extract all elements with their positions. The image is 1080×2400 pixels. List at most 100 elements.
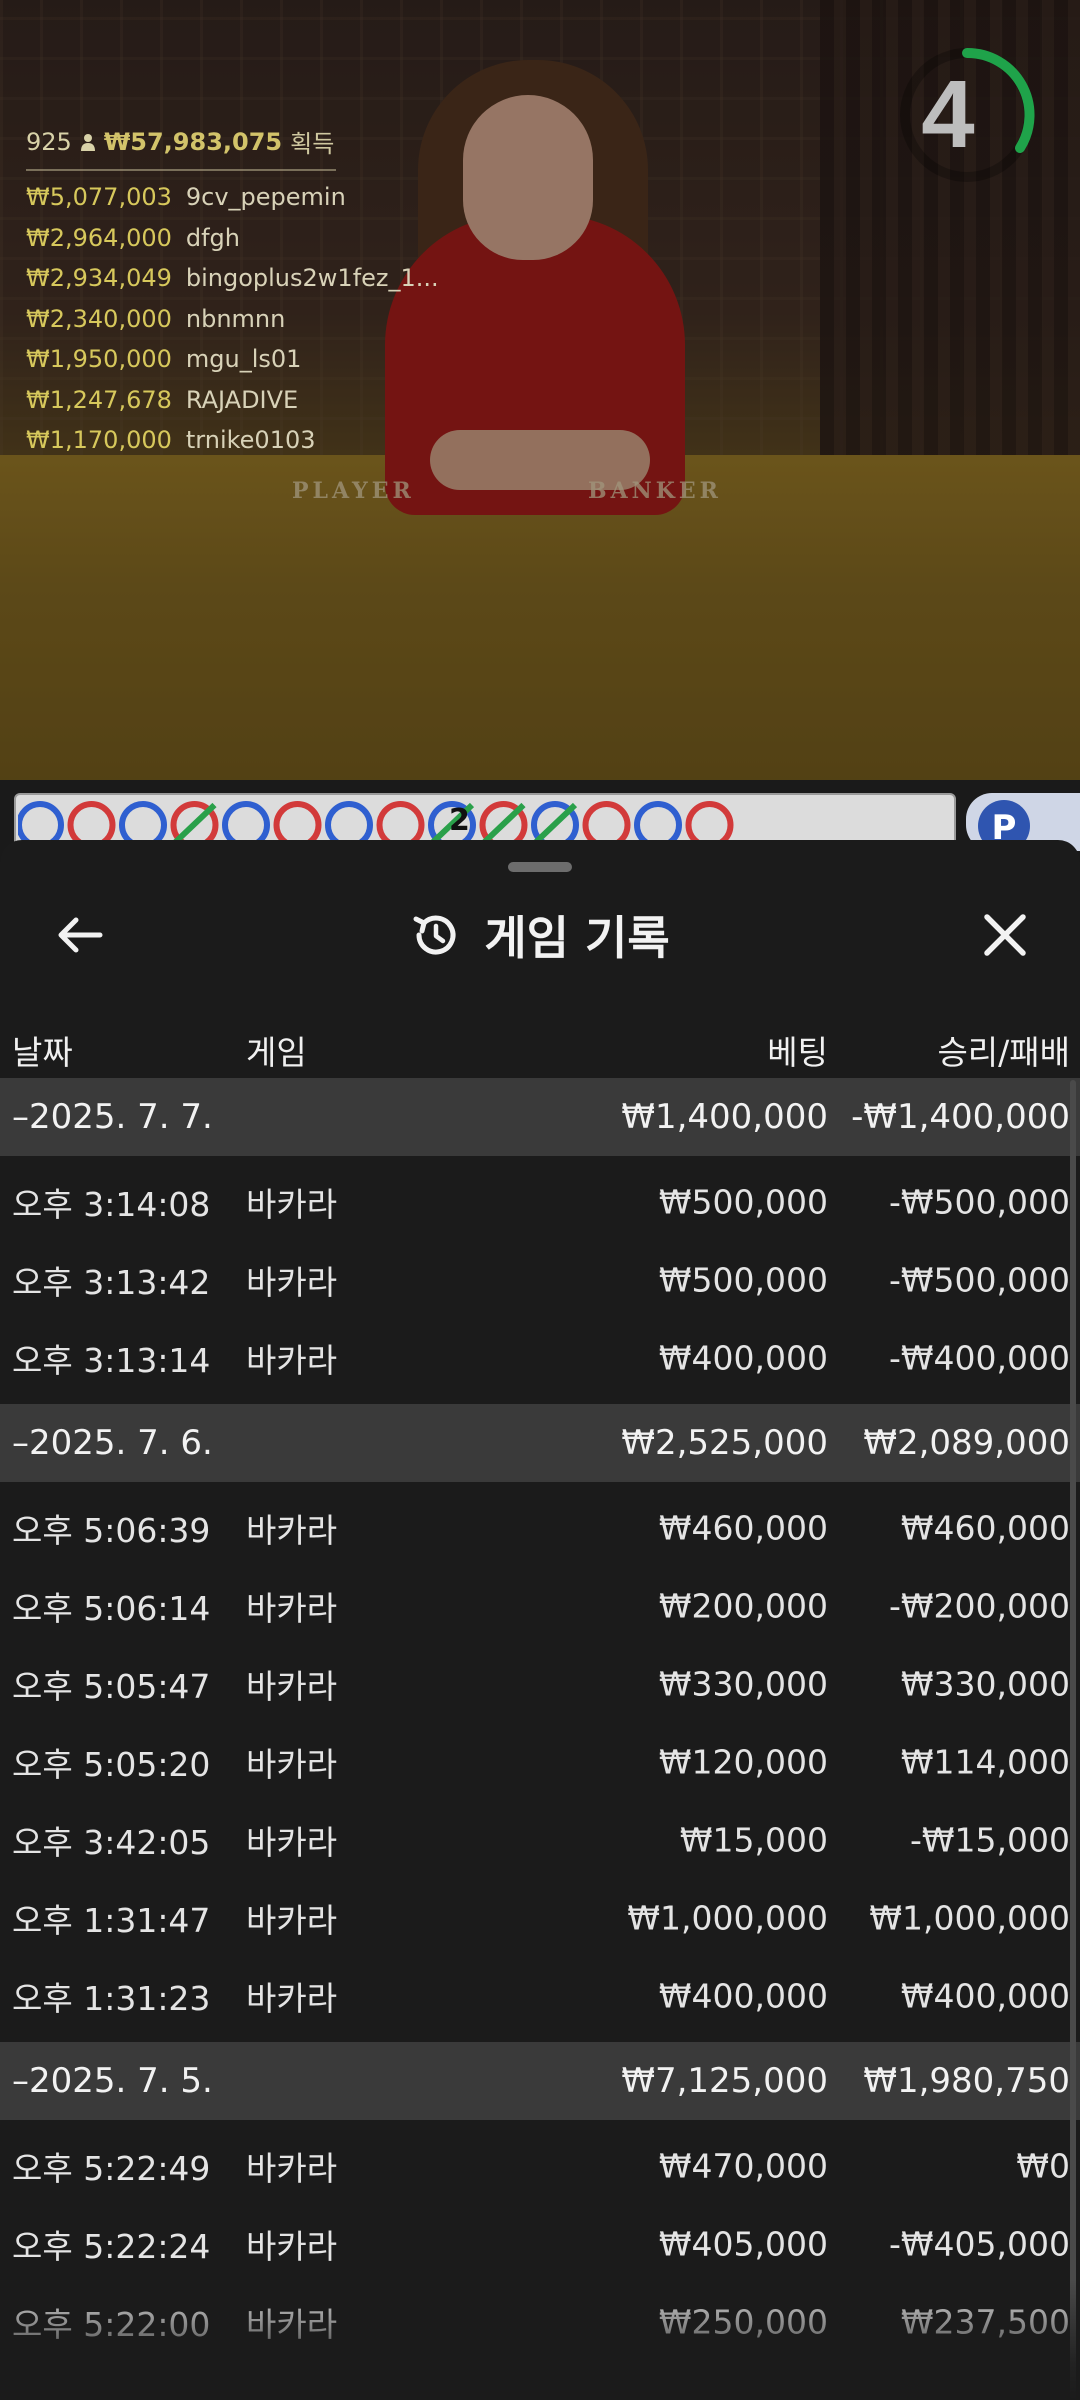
winner-name: 9cv_pepemin <box>185 183 346 212</box>
bottom-fade <box>0 2280 1080 2400</box>
row-game: 바카라 <box>246 1901 338 1940</box>
group-winloss-total: ₩1,980,750 <box>863 2061 1070 2101</box>
row-game: 바카라 <box>246 1263 338 1302</box>
row-game: 바카라 <box>246 1341 338 1380</box>
history-row[interactable]: 오후 3:42:05 바카라 ₩15,000 -₩15,000 <box>0 1801 1080 1879</box>
col-game: 게임 <box>246 1033 307 1072</box>
date-group-header[interactable]: –2025. 7. 6. ₩2,525,000 ₩2,089,000 <box>0 1404 1080 1482</box>
row-winloss: ₩114,000 <box>900 1742 1070 1782</box>
close-button[interactable] <box>970 905 1040 965</box>
row-bet: ₩120,000 <box>658 1742 828 1782</box>
row-time: 오후 5:05:47 <box>12 1667 211 1706</box>
row-game: 바카라 <box>246 1667 338 1706</box>
history-row[interactable]: 오후 3:13:14 바카라 ₩400,000 -₩400,000 <box>0 1319 1080 1397</box>
sheet-header: 게임 기록 <box>0 900 1080 970</box>
table-header: 날짜 게임 베팅 승리/패배 <box>0 1018 1080 1078</box>
row-time: 오후 1:31:23 <box>12 1979 211 2018</box>
row-winloss: -₩200,000 <box>888 1586 1070 1626</box>
group-date: –2025. 7. 5. <box>12 2061 213 2101</box>
row-winloss: ₩460,000 <box>900 1508 1070 1548</box>
countdown-number: 4 <box>921 61 975 168</box>
scrollbar[interactable] <box>1070 1080 1076 2400</box>
winner-amount: ₩2,934,049 <box>26 264 172 293</box>
close-icon <box>984 914 1026 956</box>
row-time: 오후 3:13:14 <box>12 1341 211 1380</box>
drag-handle[interactable] <box>508 862 572 872</box>
history-row[interactable]: 오후 5:06:14 바카라 ₩200,000 -₩200,000 <box>0 1567 1080 1645</box>
row-bet: ₩500,000 <box>658 1260 828 1300</box>
row-bet: ₩330,000 <box>658 1664 828 1704</box>
total-winnings: ₩57,983,075 <box>103 127 283 156</box>
row-bet: ₩470,000 <box>658 2146 828 2186</box>
history-row[interactable]: 오후 5:05:47 바카라 ₩330,000 ₩330,000 <box>0 1645 1080 1723</box>
winner-name: bingoplus2w1fez_1... <box>185 264 439 293</box>
row-game: 바카라 <box>246 2149 338 2188</box>
history-row[interactable]: 오후 5:22:49 바카라 ₩470,000 ₩0 <box>0 2127 1080 2205</box>
winner-amount: ₩5,077,003 <box>26 183 172 212</box>
col-date: 날짜 <box>12 1033 73 1072</box>
row-game: 바카라 <box>246 1589 338 1628</box>
row-winloss: -₩405,000 <box>888 2224 1070 2264</box>
history-table[interactable]: –2025. 7. 7. ₩1,400,000 -₩1,400,000 오후 3:14… <box>0 1078 1080 2368</box>
row-bet: ₩400,000 <box>658 1338 828 1378</box>
row-winloss: -₩400,000 <box>888 1338 1070 1378</box>
group-winloss-total: -₩1,400,000 <box>851 1097 1070 1137</box>
winner-row: ₩1,247,678 RAJADIVE <box>26 380 439 421</box>
history-row[interactable]: 오후 3:13:42 바카라 ₩500,000 -₩500,000 <box>0 1241 1080 1319</box>
row-time: 오후 5:05:20 <box>12 1745 211 1784</box>
row-bet: ₩15,000 <box>679 1820 828 1860</box>
winner-row: ₩1,950,000 mgu_ls01 <box>26 339 439 380</box>
row-game: 바카라 <box>246 1979 338 2018</box>
row-winloss: ₩1,000,000 <box>869 1898 1070 1938</box>
group-bet-total: ₩7,125,000 <box>621 2061 828 2101</box>
row-time: 오후 3:13:42 <box>12 1263 211 1302</box>
history-row[interactable]: 오후 1:31:23 바카라 ₩400,000 ₩400,000 <box>0 1957 1080 2035</box>
history-row[interactable]: 오후 5:05:20 바카라 ₩120,000 ₩114,000 <box>0 1723 1080 1801</box>
winner-name: mgu_ls01 <box>185 345 302 374</box>
winner-amount: ₩1,950,000 <box>26 345 172 374</box>
history-row[interactable]: 오후 3:14:08 바카라 ₩500,000 -₩500,000 <box>0 1163 1080 1241</box>
winnings-label: 획득 <box>290 130 335 158</box>
winners-header: 925 ₩57,983,075 획득 <box>26 124 336 171</box>
row-bet: ₩400,000 <box>658 1976 828 2016</box>
winner-amount: ₩2,340,000 <box>26 304 172 333</box>
row-time: 오후 5:06:39 <box>12 1511 211 1550</box>
winner-row: ₩2,934,049 bingoplus2w1fez_1... <box>26 258 439 299</box>
winner-amount: ₩2,964,000 <box>26 223 172 252</box>
date-group-header[interactable]: –2025. 7. 7. ₩1,400,000 -₩1,400,000 <box>0 1078 1080 1156</box>
winners-list: 925 ₩57,983,075 획득 ₩5,077,003 9cv_pepemin… <box>26 124 439 461</box>
row-time: 오후 5:22:49 <box>12 2149 211 2188</box>
winner-name: RAJADIVE <box>185 385 299 414</box>
history-icon <box>413 915 456 955</box>
row-winloss: ₩400,000 <box>900 1976 1070 2016</box>
row-game: 바카라 <box>246 1511 338 1550</box>
group-bet-total: ₩2,525,000 <box>621 1423 828 1463</box>
winner-amount: ₩1,170,000 <box>26 426 172 455</box>
group-bet-total: ₩1,400,000 <box>621 1097 828 1137</box>
date-group-header[interactable]: –2025. 7. 5. ₩7,125,000 ₩1,980,750 <box>0 2042 1080 2120</box>
row-bet: ₩405,000 <box>658 2224 828 2264</box>
game-history-sheet: 게임 기록 날짜 게임 베팅 승리/패배 –2025. 7. 7. ₩1,400,… <box>0 840 1080 2400</box>
winner-name: nbnmnn <box>185 304 286 333</box>
winner-row: ₩1,170,000 trnike0103 <box>26 420 439 461</box>
group-winloss-total: ₩2,089,000 <box>863 1423 1070 1463</box>
row-winloss: -₩500,000 <box>888 1182 1070 1222</box>
history-row[interactable]: 오후 5:06:39 바카라 ₩460,000 ₩460,000 <box>0 1489 1080 1567</box>
history-row[interactable]: 오후 5:22:24 바카라 ₩405,000 -₩405,000 <box>0 2205 1080 2283</box>
col-bet: 베팅 <box>767 1033 828 1072</box>
row-bet: ₩500,000 <box>658 1182 828 1222</box>
group-date: –2025. 7. 6. <box>12 1423 213 1463</box>
winner-row: ₩2,964,000 dfgh <box>26 218 439 259</box>
winner-name: trnike0103 <box>185 426 316 455</box>
row-game: 바카라 <box>246 1745 338 1784</box>
winner-row: ₩5,077,003 9cv_pepemin <box>26 177 439 218</box>
row-winloss: -₩15,000 <box>909 1820 1070 1860</box>
col-winloss: 승리/패배 <box>937 1033 1070 1072</box>
history-row[interactable]: 오후 1:31:47 바카라 ₩1,000,000 ₩1,000,000 <box>0 1879 1080 1957</box>
player-count: 925 <box>26 127 72 156</box>
row-game: 바카라 <box>246 1823 338 1862</box>
row-game: 바카라 <box>246 2227 338 2266</box>
row-time: 오후 5:06:14 <box>12 1589 211 1628</box>
row-time: 오후 3:14:08 <box>12 1185 211 1224</box>
winner-amount: ₩1,247,678 <box>26 385 172 414</box>
